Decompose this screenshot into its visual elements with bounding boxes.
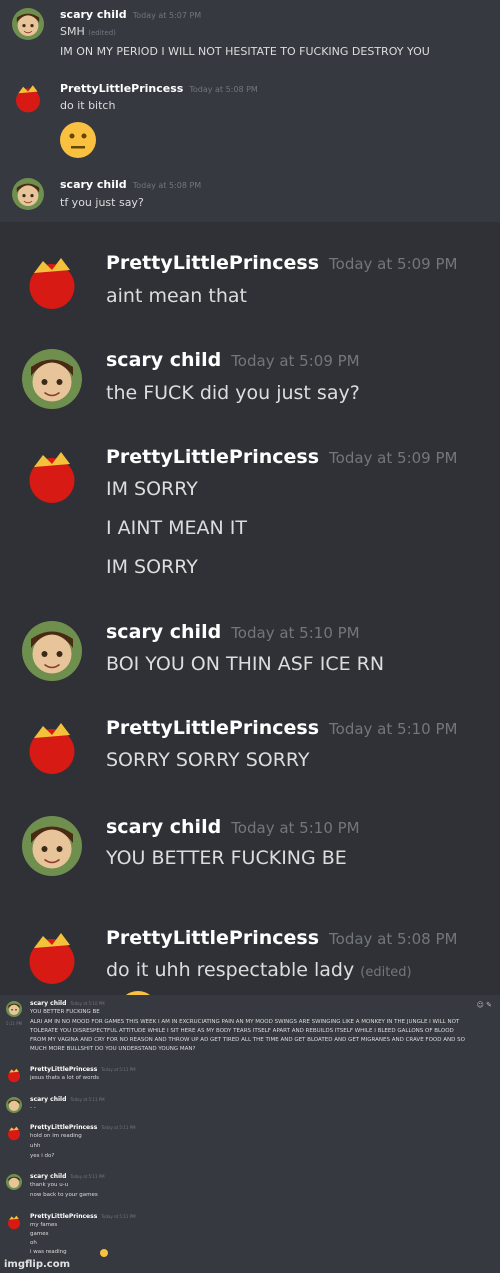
author-name[interactable]: PrettyLittlePrincess Today at 5:11 PM — [30, 1213, 136, 1220]
message-text: YOU BETTER FUCKING BE — [30, 1009, 100, 1015]
message-text: thank you u-u — [30, 1182, 69, 1188]
message-text: yes i do? — [30, 1153, 55, 1159]
message-text: SORRY SORRY SORRY — [106, 749, 310, 771]
avatar-prettylittleprincess[interactable] — [6, 1125, 22, 1141]
timestamp: Today at 5:10 PM — [231, 819, 360, 837]
message-text: do it bitch — [60, 99, 116, 112]
avatar-scary-child[interactable] — [6, 1097, 22, 1113]
timestamp: Today at 5:11 PM — [101, 1125, 136, 1130]
avatar-prettylittleprincess[interactable] — [6, 1067, 22, 1083]
author-name[interactable]: scary child Today at 5:11 PM — [30, 1096, 105, 1103]
avatar-prettylittleprincess[interactable] — [22, 717, 82, 777]
timestamp: Today at 5:11 PM — [70, 1174, 105, 1179]
avatar-scary-child[interactable] — [22, 816, 82, 876]
avatar-scary-child[interactable] — [6, 1174, 22, 1190]
message-text: hold on im reading — [30, 1133, 82, 1139]
edited-label: (edited) — [88, 29, 116, 37]
message-text: YOU BETTER FUCKING BE — [106, 847, 347, 869]
author-name[interactable]: PrettyLittlePrincess Today at 5:09 PM — [106, 446, 457, 468]
message-text: jesus thats a lot of words — [30, 1075, 100, 1081]
author-name[interactable]: scary child Today at 5:10 PM — [106, 816, 360, 838]
message-text: the FUCK did you just say? — [106, 382, 360, 404]
hover-timestamp: 5:11 PM — [6, 1021, 23, 1026]
author-name[interactable]: scary child Today at 5:11 PM — [30, 1173, 105, 1180]
avatar-scary-child[interactable] — [12, 8, 44, 40]
avatar-prettylittleprincess[interactable] — [6, 1214, 22, 1230]
timestamp: Today at 5:07 PM — [132, 11, 202, 20]
message-text-long: ALRI AM IN NO MOOD FOR GAMES THIS WEEK I… — [30, 1019, 465, 1052]
author-name[interactable]: PrettyLittlePrincess Today at 5:08 PM — [60, 82, 258, 95]
message-text: i was reading — [30, 1249, 67, 1255]
timestamp: Today at 5:11 PM — [70, 1097, 105, 1102]
timestamp: Today at 5:11 PM — [101, 1067, 136, 1072]
timestamp: Today at 5:11 PM — [101, 1214, 136, 1219]
message-text: IM SORRY — [106, 478, 198, 500]
message-text: games — [30, 1231, 49, 1237]
avatar-scary-child[interactable] — [22, 349, 82, 409]
message-text: now back to your games — [30, 1192, 98, 1198]
author-name[interactable]: scary child Today at 5:07 PM — [60, 8, 201, 21]
message-text: aint mean that — [106, 285, 247, 307]
avatar-scary-child[interactable] — [12, 178, 44, 210]
timestamp: Today at 5:09 PM — [231, 352, 360, 370]
timestamp: Today at 5:09 PM — [329, 449, 458, 467]
timestamp: Today at 5:10 PM — [231, 624, 360, 642]
timestamp: Today at 5:09 PM — [329, 255, 458, 273]
avatar-prettylittleprincess[interactable] — [22, 252, 82, 312]
author-name[interactable]: scary child Today at 5:10 PM — [30, 1000, 105, 1007]
avatar-scary-child[interactable] — [6, 1001, 22, 1017]
message-text: I AINT MEAN IT — [106, 517, 247, 539]
message-text: IM SORRY — [106, 556, 198, 578]
message-text: my fames — [30, 1222, 58, 1228]
author-name[interactable]: PrettyLittlePrincess Today at 5:11 PM — [30, 1066, 136, 1073]
author-name[interactable]: PrettyLittlePrincess Today at 5:08 PM — [106, 927, 457, 949]
chat-panel-zoomed: PrettyLittlePrincess Today at 5:09 PM ain… — [0, 222, 500, 995]
watermark: imgflip.com — [4, 1259, 71, 1270]
author-name[interactable]: scary child Today at 5:09 PM — [106, 349, 360, 371]
message-text: - - — [30, 1105, 36, 1111]
neutral-face-icon — [60, 122, 96, 158]
message-text: IM ON MY PERIOD I WILL NOT HESITATE TO F… — [60, 45, 430, 58]
edited-label: (edited) — [360, 965, 412, 980]
author-name[interactable]: PrettyLittlePrincess Today at 5:09 PM — [106, 252, 457, 274]
timestamp: Today at 5:10 PM — [70, 1001, 105, 1006]
timestamp: Today at 5:08 PM — [329, 930, 458, 948]
timestamp: Today at 5:08 PM — [189, 85, 258, 94]
author-name[interactable]: scary child Today at 5:08 PM — [60, 178, 201, 191]
timestamp: Today at 5:08 PM — [132, 181, 202, 190]
message-text: tf you just say? — [60, 196, 144, 209]
message-text: uhh — [30, 1143, 41, 1149]
avatar-scary-child[interactable] — [22, 621, 82, 681]
author-name[interactable]: scary child Today at 5:10 PM — [106, 621, 360, 643]
author-name[interactable]: PrettyLittlePrincess Today at 5:10 PM — [106, 717, 457, 739]
chat-panel-top: scary child Today at 5:07 PM SMH (edited)… — [0, 0, 500, 222]
chat-panel-bottom: ☺ ✎ scary child Today at 5:10 PM YOU BETT… — [0, 995, 500, 1273]
avatar-prettylittleprincess[interactable] — [12, 82, 44, 114]
avatar-prettylittleprincess[interactable] — [22, 927, 82, 987]
message-text: SMH (edited) — [60, 25, 116, 38]
message-tools[interactable]: ☺ ✎ — [477, 1001, 492, 1009]
avatar-prettylittleprincess[interactable] — [22, 446, 82, 506]
message-text: BOI YOU ON THIN ASF ICE RN — [106, 653, 385, 675]
author-name[interactable]: PrettyLittlePrincess Today at 5:11 PM — [30, 1124, 136, 1131]
relieved-face-icon — [100, 1249, 108, 1257]
message-text: oh — [30, 1240, 37, 1246]
timestamp: Today at 5:10 PM — [329, 720, 458, 738]
message-text: do it uhh respectable lady (edited) — [106, 959, 412, 981]
